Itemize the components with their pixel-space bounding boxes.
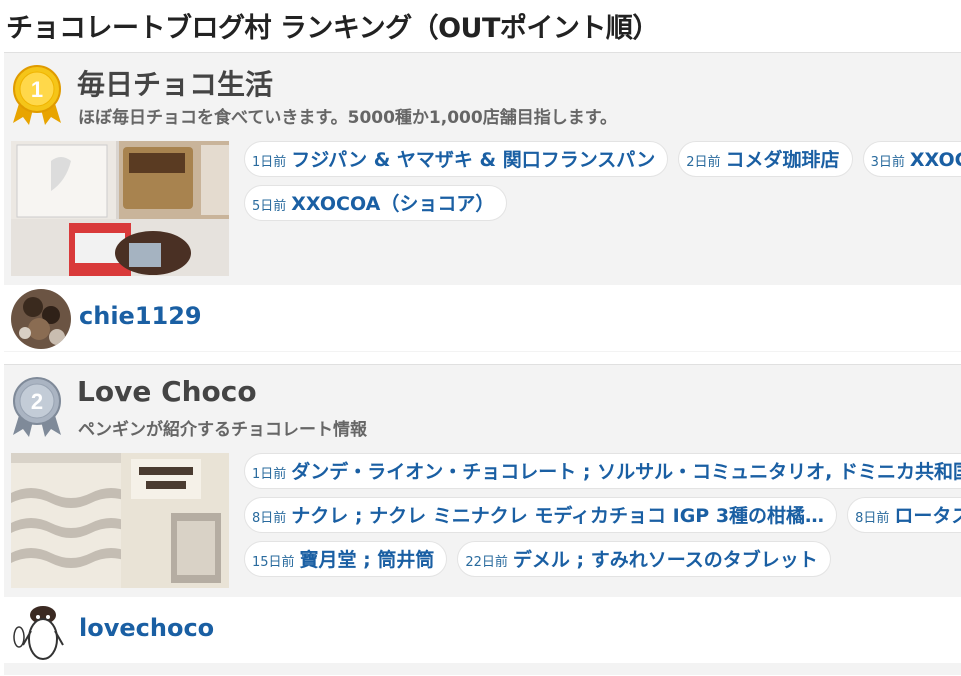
post-link[interactable]: 5日前 XXOCOA（ショコア） bbox=[244, 185, 508, 221]
post-date: 5日前 bbox=[252, 199, 287, 214]
silver-medal-icon: 2 bbox=[13, 377, 61, 437]
post-link[interactable]: 22日前 デメル ; すみれソースのタブレット bbox=[457, 541, 831, 577]
post-date: 15日前 bbox=[252, 555, 295, 570]
post-title: XXOCOA bbox=[909, 149, 961, 171]
blog-title-link[interactable]: Love Choco bbox=[77, 375, 257, 408]
author-name-link[interactable]: lovechoco bbox=[79, 614, 214, 642]
post-date: 1日前 bbox=[252, 467, 287, 482]
post-link[interactable]: 8日前ロータス bbox=[847, 497, 961, 533]
rank-number: 1 bbox=[31, 77, 43, 102]
author-bar: chie1129 bbox=[4, 285, 961, 351]
post-title: コメダ珈琲店 bbox=[725, 149, 840, 171]
page-title: チョコレートブログ村 ランキング（OUTポイント順） bbox=[6, 13, 659, 44]
post-title: ダンデ・ライオン・チョコレート ; ソルサル・コミュニタリオ, ドミニカ共和国 bbox=[291, 461, 961, 483]
post-link[interactable]: 1日前 フジパン & ヤマザキ & 関口フランスパン bbox=[244, 141, 669, 177]
post-date: 1日前 bbox=[252, 155, 287, 170]
post-link[interactable]: 15日前 寶月堂 ; 筒井筒 bbox=[244, 541, 448, 577]
blog-title-link[interactable]: 毎日チョコ生活 bbox=[77, 63, 273, 103]
author-name-link[interactable]: chie1129 bbox=[79, 302, 202, 330]
recent-posts-list: 1日前 ダンデ・ライオン・チョコレート ; ソルサル・コミュニタリオ, ドミニカ共… bbox=[244, 453, 961, 585]
post-title: ナクレ ; ナクレ ミニナクレ モディカチョコ IGP 3種の柑橘… bbox=[291, 505, 825, 527]
gold-medal-icon: 1 bbox=[13, 65, 61, 125]
blog-thumbnail[interactable] bbox=[11, 141, 229, 276]
blog-description: ほぼ毎日チョコを食べていきます。5000種か1,000店舗目指します。 bbox=[78, 108, 618, 128]
author-bar: lovechoco bbox=[4, 597, 961, 663]
ranking-card-2: 2 Love Choco ペンギンが紹介するチョコレート情報 1日前 ダンデ・ライ… bbox=[4, 364, 961, 675]
post-date: 8日前 bbox=[252, 511, 287, 526]
post-date: 8日前 bbox=[855, 511, 890, 526]
post-title: フジパン & ヤマザキ & 関口フランスパン bbox=[291, 149, 656, 171]
author-avatar[interactable] bbox=[11, 601, 71, 661]
post-title: デメル ; すみれソースのタブレット bbox=[512, 549, 818, 571]
post-link[interactable]: 2日前 コメダ珈琲店 bbox=[678, 141, 853, 177]
rank-number: 2 bbox=[31, 389, 43, 414]
post-link[interactable]: 1日前 ダンデ・ライオン・チョコレート ; ソルサル・コミュニタリオ, ドミニカ共… bbox=[244, 453, 961, 489]
recent-posts-list: 1日前 フジパン & ヤマザキ & 関口フランスパン 2日前 コメダ珈琲店 3日前 XXO… bbox=[244, 141, 961, 229]
blog-description: ペンギンが紹介するチョコレート情報 bbox=[78, 420, 367, 440]
post-title: 寶月堂 ; 筒井筒 bbox=[299, 549, 435, 571]
ranking-card-1: 1 毎日チョコ生活 ほぼ毎日チョコを食べていきます。5000種か1,000店舗目… bbox=[4, 52, 961, 352]
post-link[interactable]: 8日前 ナクレ ; ナクレ ミニナクレ モディカチョコ IGP 3種の柑橘… bbox=[244, 497, 838, 533]
post-title: ロータス bbox=[894, 505, 961, 527]
post-title: XXOCOA（ショコア） bbox=[291, 193, 495, 215]
post-date: 22日前 bbox=[465, 555, 508, 570]
author-avatar[interactable] bbox=[11, 289, 71, 349]
post-date: 2日前 bbox=[686, 155, 721, 170]
post-date: 3日前 bbox=[870, 155, 905, 170]
blog-thumbnail[interactable] bbox=[11, 453, 229, 588]
post-link[interactable]: 3日前 XXOCOA bbox=[862, 141, 961, 177]
